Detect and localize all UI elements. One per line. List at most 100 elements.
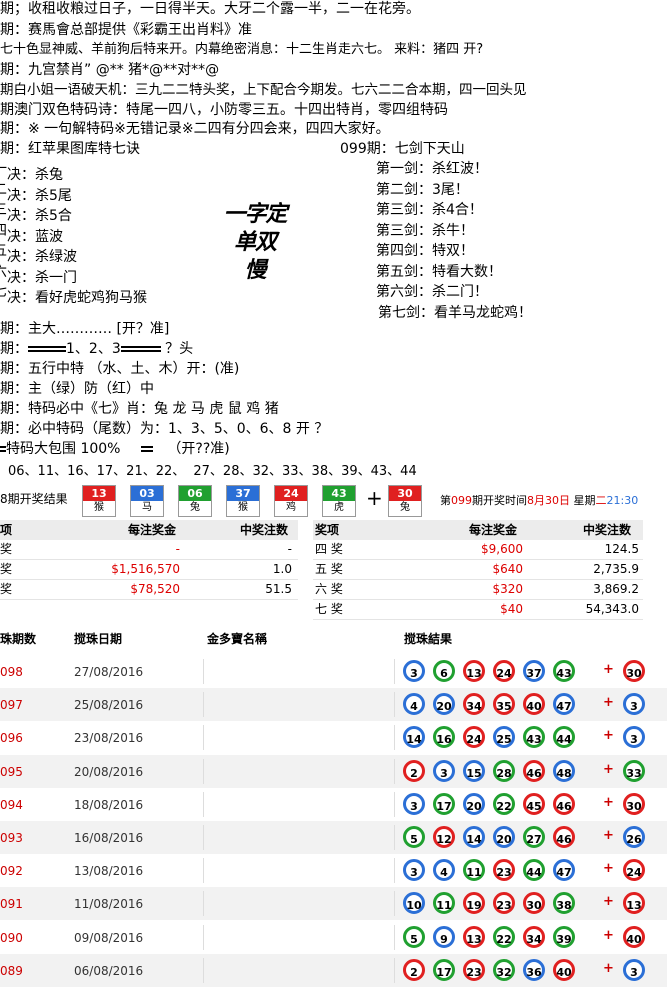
history-name-cell xyxy=(203,725,395,751)
history-special-ball: 33 xyxy=(623,759,645,782)
history-special-ball: 40 xyxy=(623,925,645,948)
text-line-7: 期：※ 一句解特码※无错记录※二四有分四会来，四四大家好。 xyxy=(0,121,390,137)
extra-line-2-suffix: ？头 xyxy=(160,341,194,357)
history-ball: 23 xyxy=(493,859,515,882)
history-ball: 25 xyxy=(493,726,515,749)
history-date: 09/08/2016 xyxy=(74,930,144,945)
plus-sign: + xyxy=(603,927,614,943)
history-ball: 11 xyxy=(463,859,485,882)
history-ball: 46 xyxy=(553,826,575,848)
result-ball: 30 兔 xyxy=(388,485,422,517)
history-col-period: 珠期数 xyxy=(0,632,37,646)
history-ball: 47 xyxy=(553,859,575,882)
history-special-ball: 26 xyxy=(623,826,645,848)
history-ball: 3 xyxy=(403,859,425,882)
history-col-result: 搅珠結果 xyxy=(404,632,453,646)
extra-line-7-suffix: （开??准) xyxy=(167,441,230,457)
history-period: 096 xyxy=(0,731,23,746)
extra-line-4: 期：主（绿）防（红）中 xyxy=(0,381,154,397)
sword-item: 第三剑：杀4合！ xyxy=(376,202,483,218)
history-name-cell xyxy=(203,957,395,983)
jue-prefix: 六 xyxy=(0,263,7,282)
history-ball: 40 xyxy=(553,958,575,981)
history-ball: 20 xyxy=(463,792,485,815)
history-ball: 4 xyxy=(433,859,455,882)
prize-row: 六 奖 $320 3,869.2 xyxy=(313,580,643,600)
history-date: 20/08/2016 xyxy=(74,764,144,779)
history-row: 094 18/08/2016 3 17 20 22 45 46 +30 xyxy=(0,788,667,821)
prize-item: 奖 xyxy=(0,562,13,576)
history-name-cell xyxy=(203,758,395,784)
history-ball: 44 xyxy=(523,859,545,882)
prize-item: 七 奖 xyxy=(315,602,343,616)
seven-sword-title: 099期：七剑下天山 xyxy=(340,141,465,157)
jue-prefix: 四 xyxy=(0,222,7,241)
jue-item: 七决：看好虎蛇鸡狗马猴 xyxy=(0,283,147,306)
history-ball: 35 xyxy=(493,693,515,716)
prize-amount: $78,520 xyxy=(130,582,180,596)
sword-item: 第一剑：杀红波！ xyxy=(376,161,488,177)
prize-row: 奖-- xyxy=(0,540,298,560)
prize-amount: $320 xyxy=(492,582,523,596)
prize-count: 1.0 xyxy=(272,562,292,576)
history-ball: 20 xyxy=(493,826,515,848)
history-ball: 22 xyxy=(493,792,515,815)
sword-item: 第五剑：特看大数！ xyxy=(376,263,502,280)
result-ball-number: 13 xyxy=(83,486,115,501)
sword-item: 第三剑：杀牛！ xyxy=(376,222,474,239)
history-ball: 32 xyxy=(493,958,515,981)
history-date: 27/08/2016 xyxy=(74,665,144,679)
plus-sign: + xyxy=(603,861,614,877)
prize-col-amount: 每注奖金 xyxy=(128,523,177,537)
draw-date: 8月30日 xyxy=(527,494,570,507)
history-period: 093 xyxy=(0,831,23,845)
history-col-name: 金多寶名稱 xyxy=(207,632,268,646)
prize-count: 3,869.2 xyxy=(593,582,639,596)
result-ball-number: 06 xyxy=(179,486,211,501)
prize-row: 奖 $1,516,570 1.0 xyxy=(0,560,298,580)
jue-item: 五决：杀绿波 xyxy=(0,242,77,265)
history-row: 095 20/08/2016 2 3 15 28 46 48 +33 xyxy=(0,754,667,788)
jue-prefix: 三 xyxy=(0,201,7,220)
history-ball: 36 xyxy=(523,958,545,981)
history-ball: 23 xyxy=(463,958,485,981)
history-ball: 47 xyxy=(553,693,575,716)
text-line-1: 期；收租收粮过日子，一日得半天。大牙二个露一半，二一在花旁。 xyxy=(0,1,420,17)
prize-col-count: 中奖注数 xyxy=(583,523,632,537)
plus-sign: + xyxy=(603,828,614,843)
history-period: 092 xyxy=(0,864,23,879)
draw-day: 二 xyxy=(595,494,607,507)
result-ball-zodiac: 虎 xyxy=(334,502,344,513)
history-period: 098 xyxy=(0,665,23,679)
history-period: 097 xyxy=(0,698,23,713)
sword-item: 第四剑：特双！ xyxy=(376,243,474,259)
history-ball: 34 xyxy=(523,925,545,948)
history-date: 23/08/2016 xyxy=(74,731,144,746)
history-date: 11/08/2016 xyxy=(74,897,144,912)
history-header: 珠期数 搅珠日期 金多寶名稱 搅珠結果 xyxy=(0,628,667,650)
result-ball: 13 猴 xyxy=(82,485,116,517)
text-line-4: 期：九宫禁肖” @** 猪*@**对**@ xyxy=(0,62,220,78)
result-ball-number: 03 xyxy=(131,486,163,501)
history-name-cell xyxy=(203,659,395,684)
history-ball: 37 xyxy=(523,660,545,682)
text-line-2: 期：赛馬會总部提供《彩霸王出肖料》准 xyxy=(0,22,252,38)
bars-decoration xyxy=(140,444,153,454)
draw-info: 第099期开奖时间8月30日 星期二21:30 xyxy=(440,492,638,508)
result-ball-zodiac: 猴 xyxy=(94,502,104,513)
history-ball: 24 xyxy=(493,660,515,682)
history-name-cell xyxy=(203,825,395,850)
history-ball: 3 xyxy=(433,759,455,782)
result-ball-zodiac: 马 xyxy=(142,502,152,513)
history-ball: 43 xyxy=(523,726,545,749)
jue-item: 三决：杀5合 xyxy=(0,201,72,224)
history-ball: 20 xyxy=(433,693,455,716)
extra-line-5: 期：特码必中《七》肖：兔 龙 马 虎 鼠 鸡 猪 xyxy=(0,401,279,417)
history-ball: 30 xyxy=(523,892,545,915)
jue-item: 六决：杀一门 xyxy=(0,263,77,286)
history-ball: 19 xyxy=(463,892,485,915)
extra-line-7: 特码大包围 100% （开??准) xyxy=(0,440,230,459)
jue-text: 决：看好虎蛇鸡狗马猴 xyxy=(7,290,147,306)
history-ball: 22 xyxy=(493,925,515,948)
history-date: 06/08/2016 xyxy=(74,963,144,978)
